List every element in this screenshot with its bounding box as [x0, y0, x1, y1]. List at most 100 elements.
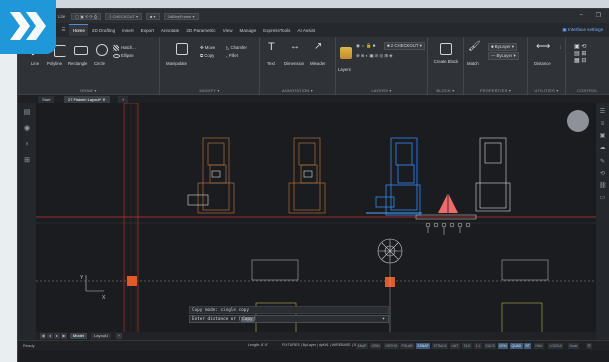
chamfer-button[interactable]: ◺ Chamfer: [226, 45, 247, 51]
tab-export[interactable]: Export: [137, 28, 157, 33]
color-quick-select[interactable]: ■ ▾: [146, 12, 160, 20]
mleader-icon: ↗: [314, 41, 323, 52]
toggle-ortho[interactable]: ORTHO: [384, 343, 399, 349]
doc-tab-start[interactable]: Start: [38, 96, 55, 103]
svg-text:Y: Y: [80, 275, 84, 281]
drawing-svg[interactable]: Y X: [36, 103, 596, 340]
first-tab-icon[interactable]: ◀: [40, 333, 46, 339]
layers-panel-icon[interactable]: ≡: [599, 121, 606, 128]
dimension-button[interactable]: Dimension: [284, 61, 304, 66]
linetype-quick-select[interactable]: 2dBinsFrame ▾: [163, 12, 199, 20]
minimize-icon[interactable]: –: [580, 12, 583, 18]
eye-icon[interactable]: ◉: [23, 125, 31, 133]
tab-menu[interactable]: ☰: [58, 27, 69, 33]
layout-tab-layout1[interactable]: Layout1: [91, 333, 112, 339]
control-icons[interactable]: ▣ ⟲ ▤ ⊞ ▦ ⊟: [574, 43, 586, 64]
copy-button[interactable]: ⧉ Copy: [200, 53, 214, 58]
polyline-button[interactable]: Polyline: [47, 61, 62, 66]
panel-title-modify: MODIFY ▾: [199, 89, 220, 93]
link-icon[interactable]: ⛓: [599, 183, 607, 190]
drawing-canvas[interactable]: Y X: [36, 103, 596, 340]
layers-button[interactable]: Layers: [338, 67, 351, 72]
toggle-esnap[interactable]: ESNAP: [416, 343, 431, 349]
linetype-dropdown[interactable]: — ByLayer ▾: [488, 52, 519, 60]
history-icon[interactable]: ⟲: [599, 171, 606, 178]
color-dropdown[interactable]: ■ ByLayer ▾: [488, 43, 517, 51]
toggle-strack[interactable]: STRACK: [432, 343, 449, 349]
pen-icon[interactable]: ✎: [599, 159, 606, 166]
layer-tools-icons[interactable]: ⊕ ⊗ ◐ ▣ ⊘ ◎ ⊞ ◈: [356, 53, 392, 59]
command-prompt[interactable]: Enter distance or [Copy] ▾: [189, 315, 389, 323]
ellipse-button[interactable]: Ellipse: [121, 53, 134, 58]
toggle-lockui[interactable]: LOCKUI: [548, 343, 564, 349]
toggle-lwt[interactable]: LWT: [450, 343, 460, 349]
toggle-ducs[interactable]: DUCS: [484, 343, 497, 349]
tab-view[interactable]: View: [219, 28, 236, 33]
line-button[interactable]: Line: [31, 61, 39, 66]
match-button[interactable]: Match: [467, 61, 479, 66]
create-block-button[interactable]: Create Block: [432, 59, 460, 64]
round-table: [377, 238, 403, 264]
window-bottom-frame: [18, 350, 609, 362]
panel-title-block: BLOCK ▾: [436, 89, 455, 93]
text-button[interactable]: Text: [267, 61, 275, 66]
manipulate-button[interactable]: Manipulate: [166, 61, 187, 66]
toggle-grid[interactable]: GRID: [370, 343, 382, 349]
layer-toggle-icons[interactable]: ◉ ☼ 🔓 ■: [356, 43, 375, 49]
tab-2d-drafting[interactable]: 2D Drafting: [88, 28, 118, 33]
cloud-icon[interactable]: ☁: [599, 145, 606, 152]
hatch-button[interactable]: Hatch...: [121, 45, 136, 50]
prev-tab-icon[interactable]: ◂: [47, 333, 53, 339]
doc-tab-drawing[interactable]: 27 Fisbein Layout* ✕: [64, 96, 110, 103]
ribbon: Line Polyline Rectangle Circle Hatch... …: [18, 37, 609, 95]
panel-properties: 🖌 Match ■ ByLayer ▾ — ByLayer ▾ PROPERTI…: [464, 37, 528, 95]
toggle-polar[interactable]: POLAR: [400, 343, 415, 349]
move-button[interactable]: ✥ Move: [200, 45, 215, 51]
add-layout-icon[interactable]: +: [116, 333, 122, 339]
tab-insert[interactable]: Insert: [119, 28, 138, 33]
tab-annotate[interactable]: Annotate: [157, 28, 182, 33]
last-tab-icon[interactable]: ▶: [61, 333, 67, 339]
toggle-quad[interactable]: QUAD: [510, 343, 523, 349]
tab-manage[interactable]: Manage: [236, 28, 260, 33]
layer-quick-select[interactable]: 2 CHECKOUT ▾: [105, 12, 143, 20]
tab-expresstools[interactable]: ExpressTools: [260, 28, 294, 33]
toggle-tile[interactable]: TILE: [462, 343, 472, 349]
bulb-icon[interactable]: ♀: [23, 141, 31, 149]
tab-home[interactable]: Home: [69, 24, 89, 36]
match-icon: 🖌: [468, 41, 481, 52]
utilities-more-icon[interactable]: ⋮: [558, 45, 562, 51]
tab-ai-assist[interactable]: AI Assist: [294, 28, 319, 33]
toggle-hka[interactable]: HKA: [534, 343, 544, 349]
new-tab-button[interactable]: +: [118, 96, 129, 103]
toggle-dyn[interactable]: DYN: [498, 343, 508, 349]
mleader-button[interactable]: Mleader: [310, 61, 326, 66]
status-bar: Ready Length: 8'-9" FIXTURES | ByLayer |…: [18, 340, 609, 350]
properties-icon[interactable]: ▤: [23, 109, 31, 117]
quick-access-icons[interactable]: ▢ ▣ ⟲ ⟳ ⎙: [71, 12, 102, 20]
text-icon: T: [268, 41, 275, 53]
status-menu-icon[interactable]: ☰: [586, 343, 592, 349]
panel-menu-icon[interactable]: ☰: [599, 109, 606, 116]
layer-tree-icon[interactable]: ⊞: [23, 157, 31, 165]
maximize-icon[interactable]: ❐: [596, 12, 601, 19]
circle-icon: [96, 44, 108, 56]
box-icon[interactable]: ▣: [599, 133, 606, 140]
fillet-button[interactable]: ◟ Fillet: [226, 53, 238, 59]
interface-settings-link[interactable]: ▣ Interface settings: [562, 27, 603, 33]
chair-row: [425, 222, 471, 235]
panel-title-layers: LAYERS ▾: [371, 89, 392, 93]
tab-2d-parametric[interactable]: 2D Parametric: [183, 28, 219, 33]
toggle-scale[interactable]: 1:1: [474, 343, 482, 349]
next-tab-icon[interactable]: ▸: [54, 333, 60, 339]
toggle-snap[interactable]: SNAP: [356, 343, 368, 349]
layer-dropdown[interactable]: ■ 2 CHECKOUT ▾: [384, 42, 425, 50]
layout-tab-model[interactable]: Model: [70, 333, 87, 339]
circle-button[interactable]: Circle: [94, 61, 105, 66]
toggle-rt[interactable]: RT: [524, 343, 532, 349]
toggle-none[interactable]: None: [568, 343, 579, 349]
rectangle-button[interactable]: Rectangle: [68, 61, 87, 66]
sheet-icon[interactable]: ▭: [599, 195, 606, 202]
distance-button[interactable]: Distance: [534, 61, 551, 66]
column-left: [123, 103, 139, 340]
